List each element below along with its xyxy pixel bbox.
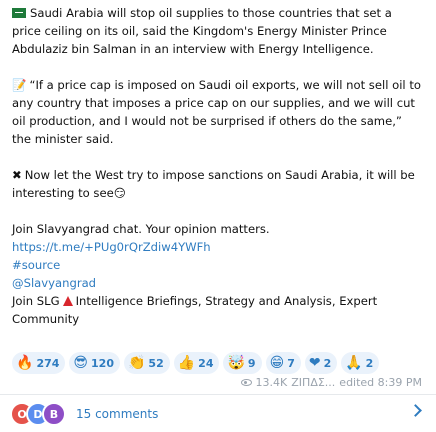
thumbs-up-icon: 👍: [177, 355, 196, 371]
reaction-pray[interactable]: 🙏 2: [341, 352, 380, 374]
pray-icon: 🙏: [345, 355, 363, 371]
reaction-heart[interactable]: ❤ 2: [304, 352, 338, 374]
view-count: 13.4K: [255, 376, 288, 389]
reaction-count: 274: [36, 356, 60, 370]
avatar: B: [42, 402, 66, 426]
memo-icon: 📝: [12, 78, 27, 92]
channel-post: Saudi Arabia will stop oil supplies to t…: [0, 0, 436, 432]
reaction-cool[interactable]: 😎 120: [69, 352, 120, 374]
reaction-count: 120: [91, 356, 114, 370]
join-slg-prefix: Join SLG: [12, 294, 60, 308]
channel-handle[interactable]: @Slavyangrad: [12, 274, 424, 292]
grin-icon: 😁: [269, 355, 285, 371]
reaction-fire[interactable]: 🔥 274: [12, 352, 66, 374]
reaction-mind-blown[interactable]: 🤯 9: [223, 352, 262, 374]
heart-icon: ❤: [308, 355, 321, 371]
comments-button[interactable]: O D B 15 comments: [0, 396, 436, 432]
paragraph-2: 📝 “If a price cap is imposed on Saudi oil…: [12, 76, 424, 148]
fire-icon: 🔥: [16, 355, 34, 371]
reactions-bar: 🔥 274 😎 120 👏 52 👍 24 🤯 9 😁 7 ❤ 2 🙏 2: [12, 352, 380, 374]
reaction-count: 2: [365, 356, 374, 370]
chat-link[interactable]: https://t.me/+PUg0rQrZdiw4YWFh: [12, 238, 424, 256]
paragraph-3-text: Now let the West try to impose sanctions…: [12, 168, 415, 200]
paragraph-2-text: “If a price cap is imposed on Saudi oil …: [12, 78, 421, 146]
mind-blown-icon: 🤯: [227, 355, 245, 371]
post-body: Saudi Arabia will stop oil supplies to t…: [12, 4, 424, 328]
reaction-grin[interactable]: 😁 7: [265, 352, 301, 374]
eye-icon: [240, 379, 252, 386]
source-hashtag[interactable]: #source: [12, 256, 424, 274]
paragraph-3: ✖ Now let the West try to impose sanction…: [12, 166, 424, 202]
post-author: ΖΙΠΔΣ...: [291, 376, 336, 389]
join-slg-line: Join SLG Intelligence Briefings, Strategy…: [12, 292, 424, 328]
reaction-count: 2: [323, 356, 332, 370]
reaction-count: 9: [247, 356, 256, 370]
reaction-clap[interactable]: 👏 52: [123, 352, 170, 374]
paragraph-1-text: Saudi Arabia will stop oil supplies to t…: [12, 6, 392, 56]
reaction-count: 52: [148, 356, 164, 370]
smirk-icon: 😏: [113, 186, 126, 200]
edited-time: edited 8:39 PM: [339, 376, 422, 389]
join-chat-line: Join Slavyangrad chat. Your opinion matt…: [12, 222, 270, 236]
saudi-flag-icon: [12, 8, 26, 18]
sunglasses-icon: 😎: [73, 355, 89, 371]
chevron-right-icon: [409, 404, 422, 417]
reaction-count: 7: [287, 356, 295, 370]
warning-triangle-icon: [62, 296, 73, 306]
commenter-avatars: O D B: [10, 402, 66, 426]
reaction-count: 24: [198, 356, 214, 370]
cross-icon: ✖: [12, 168, 22, 182]
reaction-thumbs-up[interactable]: 👍 24: [173, 352, 220, 374]
divider: [0, 394, 436, 395]
comments-label: 15 comments: [76, 407, 159, 421]
clap-icon: 👏: [127, 355, 146, 371]
post-meta: 13.4K ΖΙΠΔΣ... edited 8:39 PM: [240, 376, 422, 389]
paragraph-1: Saudi Arabia will stop oil supplies to t…: [12, 4, 424, 58]
